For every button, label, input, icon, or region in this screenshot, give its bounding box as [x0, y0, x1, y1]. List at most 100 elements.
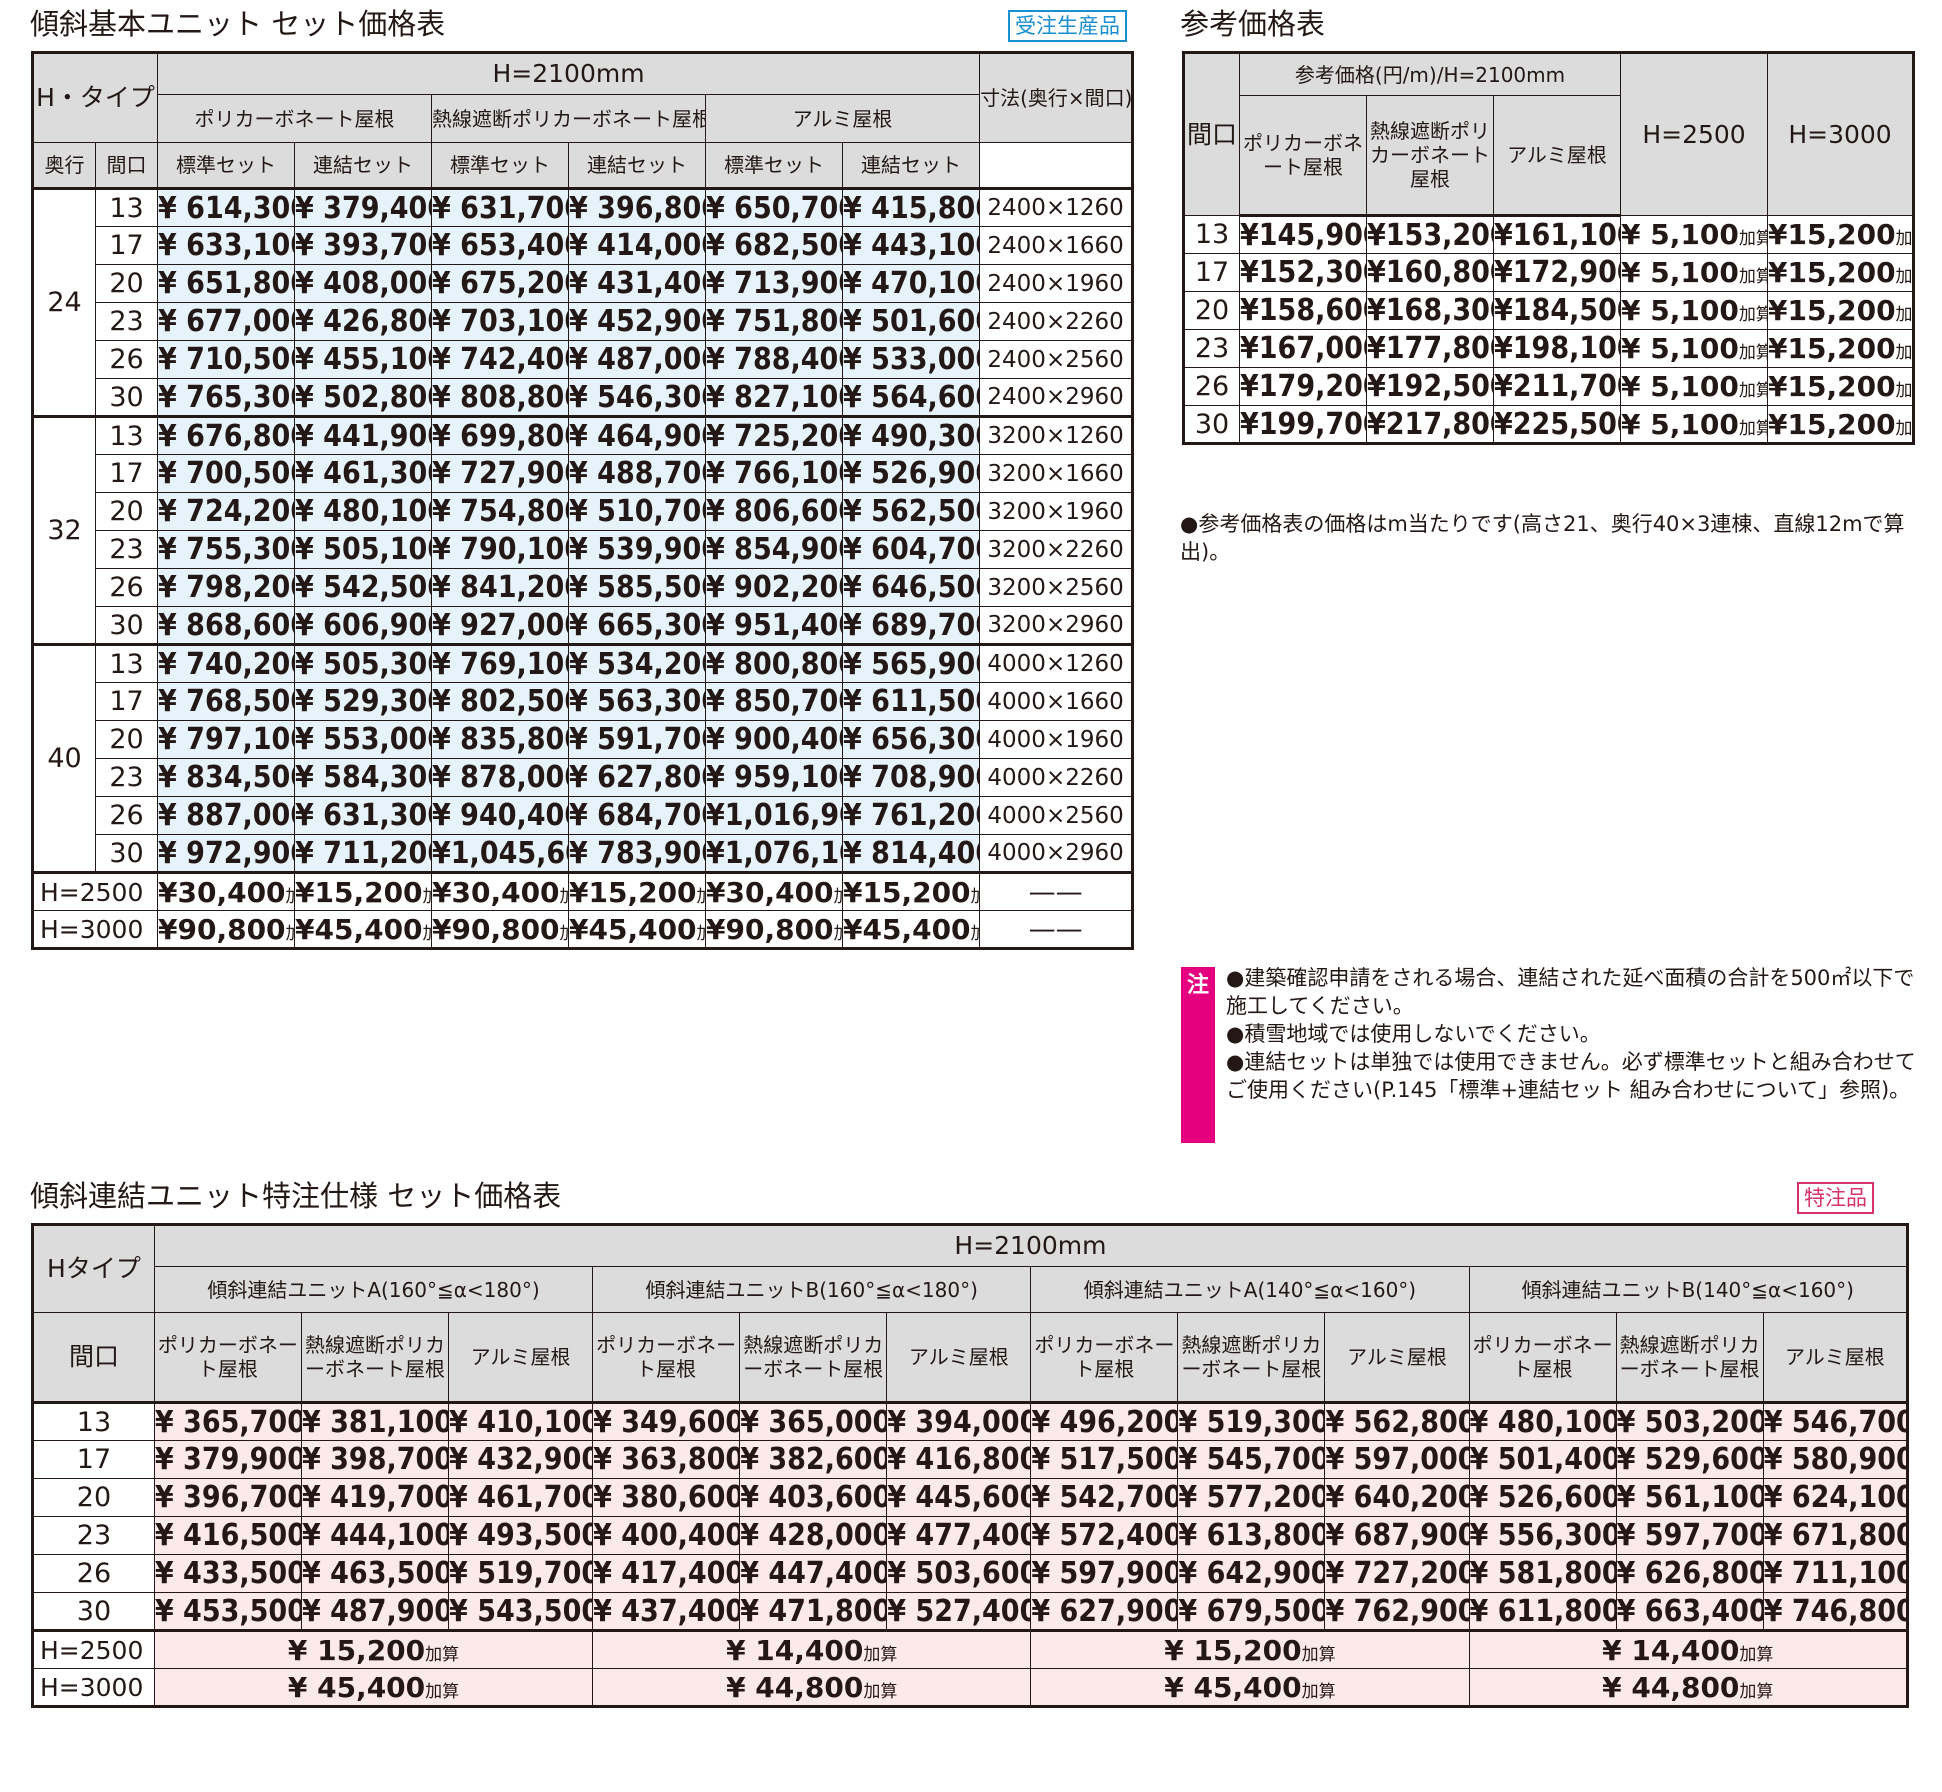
width-cell: 23: [32, 1516, 155, 1555]
price-cell: ¥ 850,700: [705, 682, 843, 721]
price-cell: ¥ 627,900: [1030, 1592, 1179, 1631]
add-price-cell: ¥15,200加算: [841, 871, 981, 911]
roof-header: ポリカーボネート屋根: [1239, 95, 1367, 217]
note-marker: 注: [1181, 967, 1215, 1143]
add-price-cell: ¥30,400加算: [157, 871, 295, 911]
table-row: 26 ¥ 710,500 ¥ 455,100 ¥ 742,400 ¥ 487,000 ¥ …: [33, 340, 1134, 379]
price-cell: ¥ 519,300: [1177, 1402, 1326, 1441]
price-cell: ¥ 671,800: [1762, 1516, 1909, 1555]
add-suffix: 加算: [697, 924, 705, 944]
price-cell: ¥ 663,400: [1615, 1592, 1764, 1631]
price-cell: ¥ 542,500: [294, 568, 432, 607]
height-option-label: H=3000: [32, 910, 158, 949]
width-cell: 26: [95, 568, 158, 607]
price-cell: ¥ 408,000: [294, 264, 432, 303]
price-cell: ¥ 365,700: [153, 1402, 302, 1441]
price-cell: ¥ 487,000: [568, 340, 706, 379]
price-cell: ¥ 526,600: [1468, 1478, 1617, 1517]
price-cell: ¥ 416,500: [153, 1516, 302, 1555]
table-a-title: 傾斜基本ユニット セット価格表: [30, 7, 446, 41]
price-cell: ¥ 797,100: [157, 720, 295, 759]
price-cell: ¥ 431,400: [568, 264, 706, 303]
roof-header: アルミ屋根: [448, 1312, 594, 1404]
price-cell: ¥ 765,300: [157, 378, 295, 417]
add-price-cell: ¥90,800加算: [157, 910, 295, 949]
add-suffix: 加算: [1738, 305, 1767, 325]
add-suffix: 加算: [1739, 1681, 1774, 1702]
add-suffix: 加算: [971, 924, 979, 944]
price-cell: ¥ 400,400: [592, 1516, 741, 1555]
add-suffix: 加算: [1895, 229, 1913, 249]
price-cell: ¥ 432,900: [448, 1440, 594, 1479]
table-row: H=2500¥30,400加算¥15,200加算¥30,400加算¥15,200…: [32, 871, 1134, 911]
width-cell: 20: [1183, 291, 1240, 330]
set-header: 連結セット: [841, 142, 981, 190]
roof-header: アルミ屋根: [704, 94, 981, 143]
table-b-title: 参考価格表: [1180, 7, 1326, 41]
price-cell: ¥ 501,400: [1468, 1440, 1617, 1479]
roof-header: 熱線遮断ポリカーボネート屋根: [1366, 95, 1494, 217]
add-suffix: 加算: [863, 1644, 898, 1665]
h-type-header: H・タイプ: [32, 52, 158, 143]
price-cell: ¥ 564,600: [841, 378, 981, 417]
add-price-cell: ¥ 14,400加算: [592, 1629, 1032, 1669]
price-cell: ¥ 900,400: [705, 720, 843, 759]
price-cell: ¥ 393,700: [294, 226, 432, 265]
table-row: 26 ¥ 433,500 ¥ 463,500 ¥ 519,700 ¥ 417,400 ¥ …: [32, 1554, 1909, 1593]
price-cell: ¥ 802,500: [431, 682, 569, 721]
price-cell: ¥ 580,900: [1762, 1440, 1909, 1479]
height-option-label: H=2500: [32, 1629, 155, 1669]
price-cell: ¥ 710,500: [157, 340, 295, 379]
price-cell: ¥ 631,700: [431, 188, 569, 227]
price-cell: ¥ 656,300: [841, 720, 981, 759]
price-cell: ¥167,000: [1239, 329, 1367, 368]
price-cell: ¥ 727,200: [1324, 1554, 1470, 1593]
price-cell: ¥172,900: [1492, 253, 1622, 292]
unit-group-header: 傾斜連結ユニットB(160°≦α<180°): [592, 1266, 1032, 1313]
add-price-cell: ¥ 5,100加算: [1620, 405, 1769, 444]
price-cell: ¥ 503,600: [886, 1554, 1032, 1593]
add-price-cell: ¥ 5,100加算: [1620, 253, 1769, 292]
price-cell: ¥ 416,800: [886, 1440, 1032, 1479]
price-cell: ¥ 349,600: [592, 1402, 741, 1441]
roof-header: ポリカーボネート屋根: [1468, 1312, 1617, 1404]
width-cell: 23: [95, 530, 158, 569]
add-price-cell: ¥ 15,200加算: [153, 1629, 594, 1669]
price-cell: ¥ 527,400: [886, 1592, 1032, 1631]
basic-unit-price-table: H・タイプ H=2100mm 寸法(奥行×間口) ポリカーボネート屋根 熱線遮断…: [31, 51, 1135, 950]
price-cell: ¥ 546,700: [1762, 1402, 1909, 1441]
price-cell: ¥153,200: [1366, 215, 1494, 254]
price-cell: ¥ 563,300: [568, 682, 706, 721]
price-cell: ¥ 490,300: [841, 415, 981, 455]
price-cell: ¥ 581,800: [1468, 1554, 1617, 1593]
price-cell: ¥ 493,500: [448, 1516, 594, 1555]
width-cell: 20: [32, 1478, 155, 1517]
add-price-cell: ¥90,800加算: [431, 910, 569, 949]
price-cell: ¥ 740,200: [157, 643, 295, 683]
width-cell: 23: [95, 758, 158, 797]
width-cell: 17: [32, 1440, 155, 1479]
roof-header: ポリカーボネート屋根: [157, 94, 432, 143]
table-row: 23 ¥ 677,000 ¥ 426,800 ¥ 703,100 ¥ 452,900 ¥ …: [33, 302, 1134, 341]
price-cell: ¥ 381,100: [300, 1402, 450, 1441]
price-cell: ¥ 676,800: [157, 415, 295, 455]
price-cell: ¥ 488,700: [568, 454, 706, 493]
price-cell: ¥ 561,100: [1615, 1478, 1764, 1517]
height-option-label: H=2500: [32, 871, 158, 911]
add-price-cell: ¥15,200加算: [1767, 329, 1915, 368]
add-price-cell: ¥15,200加算: [1767, 215, 1915, 254]
price-cell: ¥ 806,600: [705, 492, 843, 531]
roof-header: ポリカーボネート屋根: [153, 1312, 302, 1404]
add-suffix: 加算: [1738, 381, 1767, 401]
price-cell: ¥ 447,400: [739, 1554, 888, 1593]
dimension-cell: 2400×1960: [979, 264, 1134, 303]
notes-list: ●建築確認申請をされる場合、連結された延べ面積の合計を500㎡以下で施工してくだ…: [1226, 964, 1916, 1104]
height-header: H=2100mm: [156, 52, 981, 95]
dimension-cell: 4000×1660: [979, 682, 1134, 721]
set-header: 標準セット: [431, 142, 569, 190]
price-cell: ¥ 396,800: [568, 188, 706, 227]
table-row: 13 ¥ 365,700 ¥ 381,100 ¥ 410,100 ¥ 349,600 ¥ …: [32, 1402, 1909, 1441]
add-suffix: 加算: [1738, 229, 1767, 249]
price-cell: ¥145,900: [1239, 215, 1367, 254]
price-cell: ¥ 755,300: [157, 530, 295, 569]
